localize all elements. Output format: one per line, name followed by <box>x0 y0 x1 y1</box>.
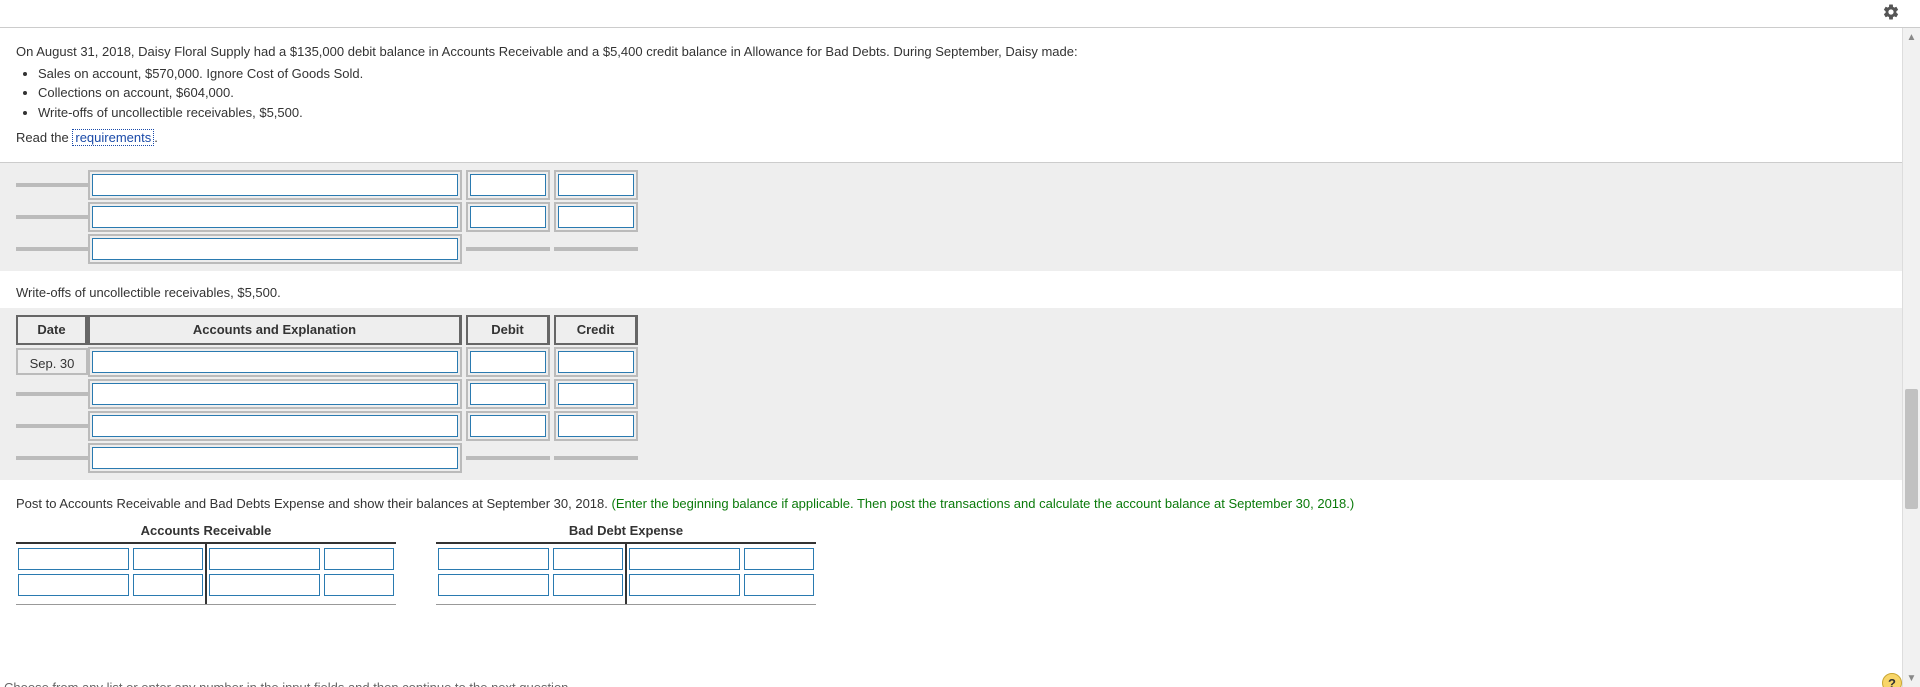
journal-credit-input[interactable] <box>558 383 634 405</box>
journal-credit-input[interactable] <box>558 174 634 196</box>
requirements-link[interactable]: requirements <box>72 129 154 146</box>
post-instruction: Post to Accounts Receivable and Bad Debt… <box>16 496 612 511</box>
problem-bullet: Sales on account, $570,000. Ignore Cost … <box>38 64 1886 84</box>
journal-header-accounts: Accounts and Explanation <box>88 315 462 345</box>
t-account-debit-amount-input[interactable] <box>553 574 623 596</box>
journal-header-debit: Debit <box>466 315 550 345</box>
t-account-credit-amount-input[interactable] <box>324 548 394 570</box>
journal-debit-input[interactable] <box>470 383 546 405</box>
t-account-credit-amount-input[interactable] <box>744 574 814 596</box>
journal-date-cell <box>16 392 88 396</box>
journal-header-date: Date <box>16 315 88 345</box>
journal-date-value: Sep. 30 <box>16 348 88 375</box>
t-account-debit-input[interactable] <box>18 574 129 596</box>
t-account-debit-input[interactable] <box>438 548 549 570</box>
journal-date-cell <box>16 183 88 187</box>
t-account-credit-amount-input[interactable] <box>744 548 814 570</box>
t-account-credit-input[interactable] <box>209 574 320 596</box>
journal-account-input[interactable] <box>92 206 458 228</box>
writeoff-label: Write-offs of uncollectible receivables,… <box>0 271 1902 308</box>
journal-debit-cell <box>466 247 550 251</box>
read-suffix: . <box>154 130 158 145</box>
journal-debit-input[interactable] <box>470 351 546 373</box>
t-account-title: Accounts Receivable <box>16 523 396 544</box>
t-account-bde: Bad Debt Expense <box>436 523 816 605</box>
journal-debit-cell <box>466 456 550 460</box>
problem-bullet-list: Sales on account, $570,000. Ignore Cost … <box>16 64 1886 123</box>
gear-icon[interactable] <box>1882 3 1900 24</box>
journal-debit-input[interactable] <box>470 415 546 437</box>
journal-account-input[interactable] <box>92 447 458 469</box>
t-account-ar: Accounts Receivable <box>16 523 396 605</box>
t-account-debit-amount-input[interactable] <box>133 574 203 596</box>
problem-intro: On August 31, 2018, Daisy Floral Supply … <box>16 42 1886 62</box>
journal-date-cell <box>16 247 88 251</box>
scroll-thumb[interactable] <box>1905 389 1918 509</box>
t-account-credit-amount-input[interactable] <box>324 574 394 596</box>
journal-date-cell <box>16 215 88 219</box>
journal-debit-input[interactable] <box>470 206 546 228</box>
journal-credit-input[interactable] <box>558 206 634 228</box>
journal-credit-cell <box>554 247 638 251</box>
journal-credit-input[interactable] <box>558 351 634 373</box>
journal-account-input[interactable] <box>92 238 458 260</box>
help-icon[interactable]: ? <box>1882 673 1902 687</box>
journal-account-input[interactable] <box>92 174 458 196</box>
journal-account-input[interactable] <box>92 415 458 437</box>
problem-bullet: Write-offs of uncollectible receivables,… <box>38 103 1886 123</box>
t-account-credit-input[interactable] <box>629 548 740 570</box>
post-instruction-hint: (Enter the beginning balance if applicab… <box>612 496 1355 511</box>
scroll-up-icon[interactable]: ▲ <box>1903 28 1920 46</box>
problem-bullet: Collections on account, $604,000. <box>38 83 1886 103</box>
journal-header-credit: Credit <box>554 315 638 345</box>
read-requirements-line: Read the requirements. <box>16 128 1886 148</box>
journal-date-cell <box>16 424 88 428</box>
journal-account-input[interactable] <box>92 383 458 405</box>
journal-credit-input[interactable] <box>558 415 634 437</box>
t-account-debit-amount-input[interactable] <box>553 548 623 570</box>
t-account-debit-input[interactable] <box>18 548 129 570</box>
read-prefix: Read the <box>16 130 72 145</box>
t-account-debit-amount-input[interactable] <box>133 548 203 570</box>
footer-instruction-cut: Choose from any list or enter any number… <box>4 680 568 687</box>
journal-entry-upper <box>16 169 638 265</box>
journal-debit-input[interactable] <box>470 174 546 196</box>
t-account-credit-input[interactable] <box>209 548 320 570</box>
t-account-credit-input[interactable] <box>629 574 740 596</box>
journal-entry-writeoff: Date Accounts and Explanation Debit Cred… <box>16 314 638 474</box>
journal-credit-cell <box>554 456 638 460</box>
scroll-down-icon[interactable]: ▼ <box>1903 669 1920 687</box>
vertical-scrollbar[interactable]: ▲ ▼ <box>1902 28 1920 687</box>
journal-date-cell <box>16 456 88 460</box>
t-account-debit-input[interactable] <box>438 574 549 596</box>
t-account-title: Bad Debt Expense <box>436 523 816 544</box>
journal-account-input[interactable] <box>92 351 458 373</box>
